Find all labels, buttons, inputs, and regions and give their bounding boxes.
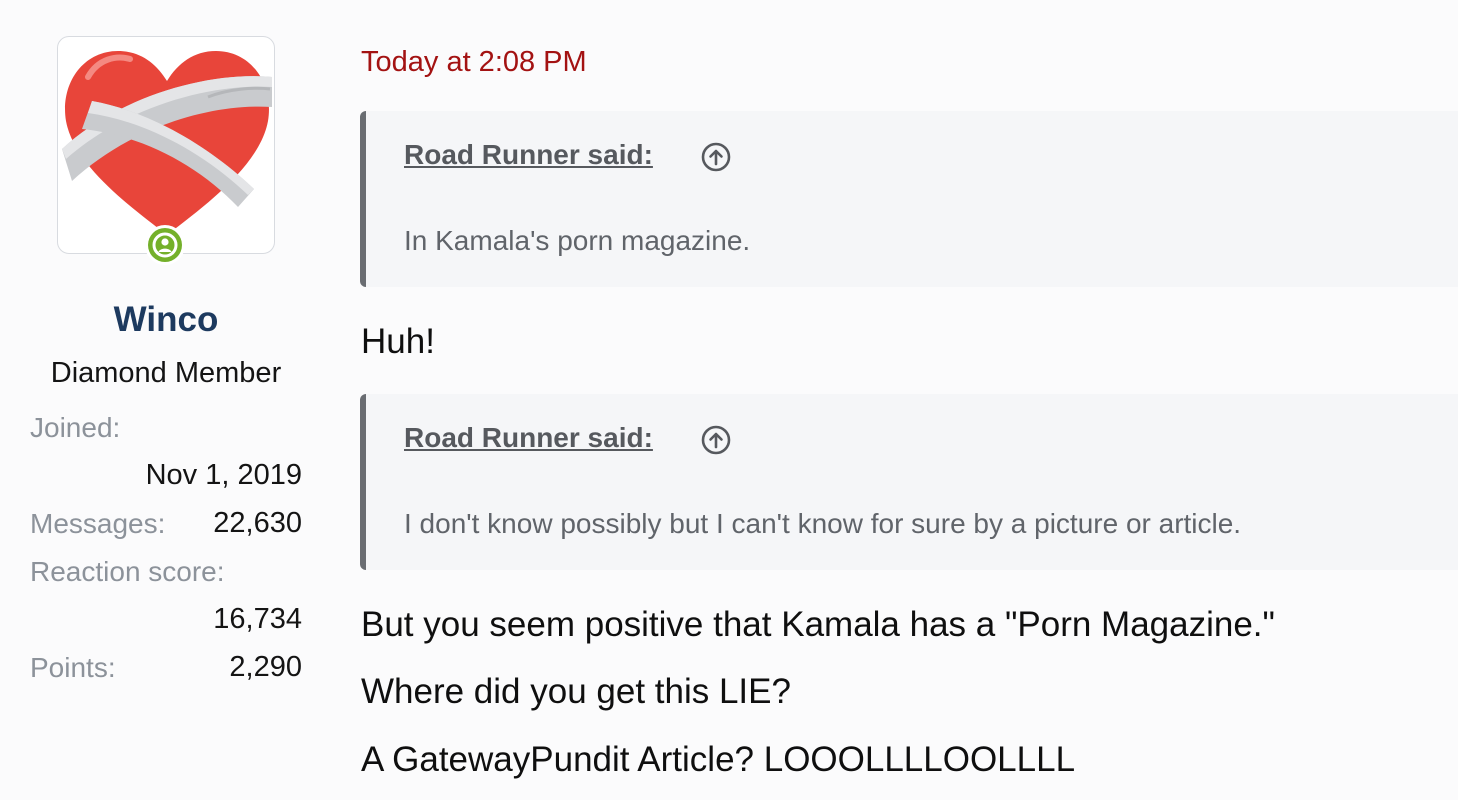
points-label: Points: (30, 652, 116, 683)
user-sidebar: Winco Diamond Member Joined: Nov 1, 2019… (0, 0, 330, 800)
quote-author-link[interactable]: Road Runner said: (404, 139, 653, 171)
avatar[interactable] (57, 36, 275, 265)
body-line: But you seem positive that Kamala has a … (361, 605, 1275, 644)
points-value[interactable]: 2,290 (229, 651, 302, 684)
joined-value: Nov 1, 2019 (145, 459, 302, 491)
post-date-link[interactable]: Today at 2:08 PM (361, 46, 587, 79)
quote-author-link[interactable]: Road Runner said: (404, 422, 653, 454)
reaction-score-label: Reaction score: (30, 556, 225, 587)
messages-label: Messages: (30, 508, 166, 539)
messages-value[interactable]: 22,630 (213, 507, 302, 540)
post-container: Winco Diamond Member Joined: Nov 1, 2019… (0, 0, 1458, 800)
circle-arrow-up-icon[interactable] (700, 141, 732, 173)
circle-arrow-up-icon[interactable] (700, 424, 732, 456)
quote-text: In Kamala's porn magazine. (404, 225, 751, 256)
user-title: Diamond Member (50, 357, 282, 389)
quote-block: Road Runner said: In Kamala's porn magaz… (360, 111, 1458, 287)
reply-text: Huh! (361, 322, 435, 361)
online-status-badge (145, 225, 185, 265)
reaction-score-value: 16,734 (213, 603, 302, 635)
joined-label: Joined: (30, 412, 121, 443)
quote-block: Road Runner said: I don't know possibly … (360, 394, 1458, 570)
bandaged-heart-icon (62, 51, 272, 235)
username-link[interactable]: Winco (0, 300, 332, 340)
body-line: Where did you get this LIE? (361, 672, 791, 711)
quote-text: I don't know possibly but I can't know f… (404, 508, 1242, 539)
body-line: A GatewayPundit Article? LOOOLLLLOOLLLL (361, 740, 1076, 779)
message-content: Today at 2:08 PM Road Runner said: In Ka… (330, 0, 1458, 800)
online-person-icon (152, 232, 178, 258)
